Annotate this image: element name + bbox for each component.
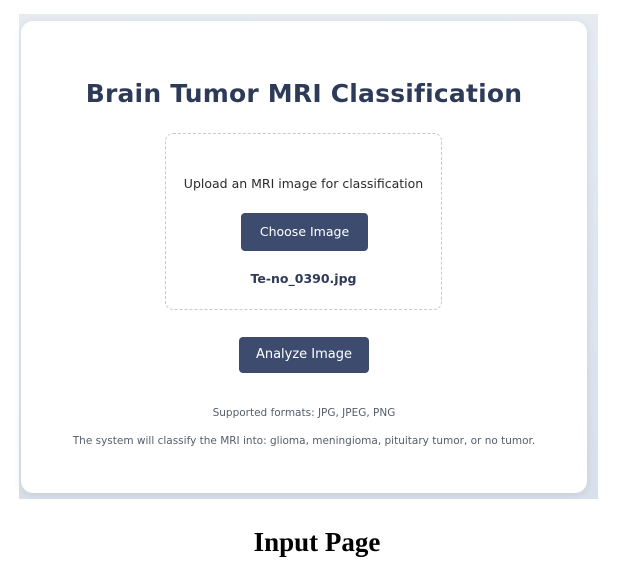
page-title: Brain Tumor MRI Classification [85, 79, 523, 108]
selected-file-name: Te-no_0390.jpg [250, 271, 357, 286]
main-card: Brain Tumor MRI Classification Upload an… [21, 21, 587, 493]
analyze-image-button[interactable]: Analyze Image [239, 337, 369, 373]
upload-dropzone[interactable]: Upload an MRI image for classification C… [165, 133, 442, 310]
choose-image-button[interactable]: Choose Image [241, 213, 368, 251]
upload-prompt: Upload an MRI image for classification [183, 176, 424, 191]
supported-formats-text: Supported formats: JPG, JPEG, PNG [212, 407, 396, 419]
figure-caption: Input Page [253, 527, 381, 557]
classification-info-text: The system will classify the MRI into: g… [72, 435, 536, 447]
app-background: Brain Tumor MRI Classification Upload an… [19, 14, 598, 499]
